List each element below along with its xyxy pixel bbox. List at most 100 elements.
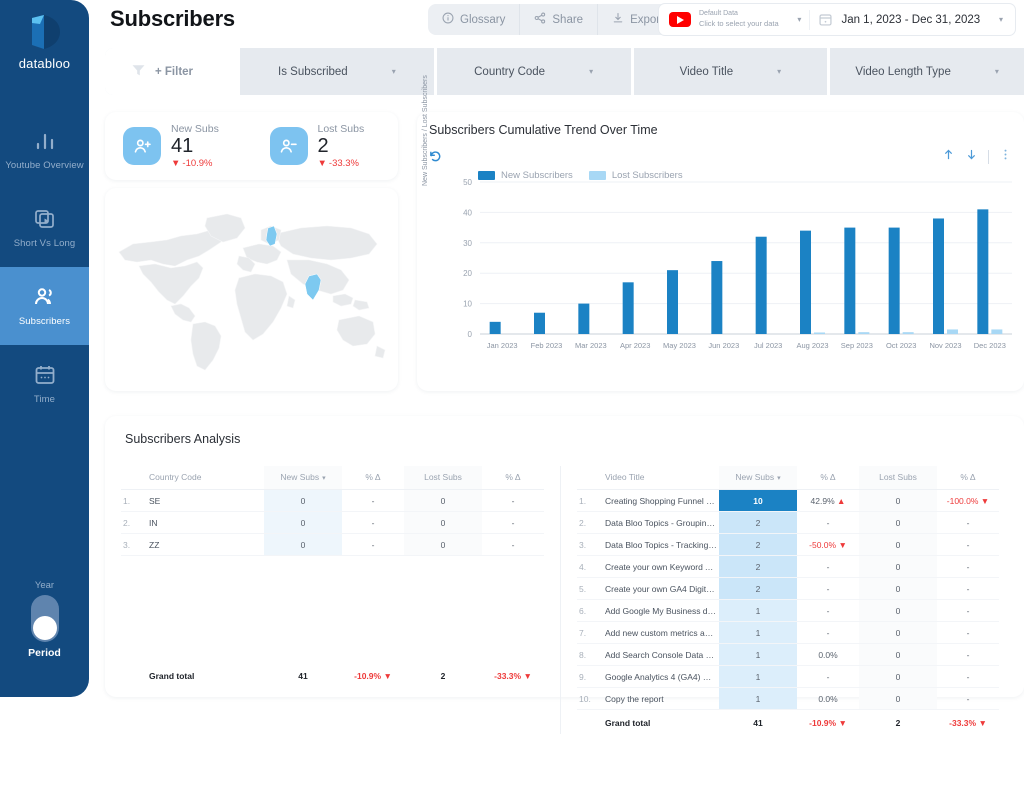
- arrow-up-icon[interactable]: [942, 148, 955, 166]
- add-filter-button[interactable]: + Filter: [105, 48, 240, 95]
- world-map[interactable]: [111, 200, 393, 380]
- video-title-total-body: Grand total 41 -10.9% ▼ 2 -33.3% ▼: [577, 710, 999, 734]
- glossary-label: Glossary: [460, 13, 506, 26]
- divider: [809, 9, 811, 30]
- bar-new-subscribers[interactable]: [800, 230, 811, 334]
- filter-video-title[interactable]: Video Title ▾: [634, 48, 831, 95]
- bar-new-subscribers[interactable]: [534, 312, 545, 334]
- date-range-chevron-down-icon[interactable]: ▾: [999, 15, 1003, 24]
- toggle-knob[interactable]: [32, 616, 57, 640]
- bar-new-subscribers[interactable]: [622, 282, 634, 334]
- filter-video-length-type[interactable]: Video Length Type ▾: [830, 48, 1024, 95]
- undo-icon[interactable]: [429, 150, 443, 168]
- table-row[interactable]: 9.Google Analytics 4 (GA4) Report Buil..…: [577, 665, 999, 688]
- data-source-chevron-down-icon[interactable]: ▾: [797, 15, 801, 24]
- more-vertical-icon[interactable]: [999, 148, 1012, 166]
- chevron-down-icon[interactable]: ▾: [995, 67, 999, 76]
- row-lost-pct: -: [937, 555, 999, 578]
- col-index: [121, 466, 147, 490]
- bar-new-subscribers[interactable]: [755, 236, 767, 334]
- chart-x-tick: Aug 2023: [796, 341, 828, 350]
- bar-lost-subscribers[interactable]: [858, 332, 870, 334]
- col-lost-pct[interactable]: % Δ: [937, 466, 999, 490]
- chevron-down-icon[interactable]: ▾: [392, 67, 396, 76]
- col-video-title[interactable]: Video Title: [603, 466, 719, 490]
- bar-lost-subscribers[interactable]: [814, 332, 825, 334]
- brand-logo: databloo: [19, 14, 70, 71]
- date-range-value[interactable]: Jan 1, 2023 - Dec 31, 2023: [841, 14, 980, 26]
- table-row[interactable]: 8.Add Search Console Data Sources to ...…: [577, 643, 999, 666]
- chart-x-tick: Nov 2023: [929, 341, 961, 350]
- table-row[interactable]: 10. Copy the report 1 0.0% 0-: [577, 687, 999, 710]
- glossary-button[interactable]: Glossary: [428, 4, 521, 35]
- col-country-code[interactable]: Country Code: [147, 466, 264, 490]
- col-new-pct[interactable]: % Δ: [797, 466, 859, 490]
- chart-title: Subscribers Cumulative Trend Over Time: [429, 123, 658, 137]
- chart-toolbar: [942, 148, 1012, 166]
- bar-new-subscribers[interactable]: [933, 218, 944, 334]
- row-lost-subs: 0: [404, 489, 482, 512]
- table-row[interactable]: 3.Data Bloo Topics - Tracking Keyword ..…: [577, 533, 999, 556]
- table-row[interactable]: 4.Create your own Keyword Analysis Te...…: [577, 555, 999, 578]
- col-lost-subs[interactable]: Lost Subs: [404, 466, 482, 490]
- grand-total-new-pct: -10.9% ▼: [797, 710, 859, 734]
- bar-new-subscribers[interactable]: [489, 321, 501, 334]
- bar-new-subscribers[interactable]: [977, 209, 989, 334]
- bar-lost-subscribers[interactable]: [902, 332, 914, 334]
- chevron-down-icon[interactable]: ▾: [589, 67, 593, 76]
- bar-lost-subscribers[interactable]: [947, 329, 958, 334]
- table-row[interactable]: 6.Add Google My Business data source ...…: [577, 599, 999, 622]
- table-row[interactable]: 1. Creating Shopping Funnel (GA4) 10 42.9% …: [577, 489, 999, 512]
- sidebar-item-time[interactable]: Time: [0, 345, 89, 423]
- sort-descending-icon[interactable]: ▾: [322, 475, 326, 482]
- geo-map-card[interactable]: [105, 188, 398, 391]
- filter-country-code[interactable]: Country Code ▾: [437, 48, 634, 95]
- row-lost-pct-value: -100.0%: [946, 495, 979, 506]
- col-new-subs[interactable]: New Subs ▾: [264, 466, 342, 490]
- user-minus-icon: [269, 127, 308, 165]
- table-row[interactable]: 5.Create your own GA4 Digital Perform...…: [577, 577, 999, 600]
- filter-label: Video Title: [679, 65, 734, 78]
- col-lost-pct[interactable]: % Δ: [482, 466, 544, 490]
- data-source-selector[interactable]: Default Data Click to select your data: [699, 10, 779, 28]
- toggle-track[interactable]: [30, 595, 59, 642]
- row-new-pct-value: 42.9%: [810, 495, 835, 506]
- kpi-delta: ▼ -33.3%: [318, 158, 365, 169]
- sidebar-item-short-vs-long[interactable]: Short Vs Long: [0, 189, 89, 267]
- sidebar-item-youtube-overview[interactable]: Youtube Overview: [0, 111, 89, 189]
- row-new-pct: -: [342, 533, 404, 556]
- table-row[interactable]: 2. IN 0 - 0 -: [121, 511, 544, 534]
- year-period-toggle[interactable]: Year Period: [28, 580, 61, 659]
- bar-lost-subscribers[interactable]: [991, 329, 1003, 334]
- bar-new-subscribers[interactable]: [888, 227, 900, 334]
- row-index: [121, 663, 147, 687]
- sort-descending-icon[interactable]: ▾: [777, 475, 781, 482]
- share-button[interactable]: Share: [520, 4, 599, 35]
- bar-chart-svg: 0 10 20 30 40 50 Jan 2023 Feb 2023 Mar 2023 Apr 2…: [463, 178, 1012, 350]
- bar-new-subscribers[interactable]: [711, 261, 723, 334]
- table-row[interactable]: 1. SE 0 - 0 -: [121, 489, 544, 512]
- chevron-down-icon[interactable]: ▾: [777, 67, 781, 76]
- chart-x-tick: May 2023: [663, 341, 696, 350]
- youtube-icon: [669, 12, 691, 27]
- col-lost-subs[interactable]: Lost Subs: [859, 466, 937, 490]
- sidebar-item-subscribers[interactable]: Subscribers: [0, 267, 89, 345]
- filter-is-subscribed[interactable]: Is Subscribed ▾: [240, 48, 437, 95]
- row-new-pct: -: [797, 599, 859, 622]
- table-row[interactable]: 2.Data Bloo Topics - Grouping Brand & ..…: [577, 511, 999, 534]
- arrow-down-icon[interactable]: [965, 148, 978, 166]
- row-new-pct: -: [342, 511, 404, 534]
- download-icon: [612, 12, 624, 27]
- table-row[interactable]: 3. ZZ 0 - 0 -: [121, 533, 544, 556]
- bar-new-subscribers[interactable]: [844, 227, 856, 334]
- kpi-label: Lost Subs: [317, 123, 365, 135]
- table-row[interactable]: 7.Add new custom metrics and dimens...1-…: [577, 621, 999, 644]
- row-lost-pct: -: [937, 665, 999, 688]
- col-new-subs[interactable]: New Subs ▾: [719, 466, 797, 490]
- row-new-subs: 0: [264, 511, 342, 534]
- bar-new-subscribers[interactable]: [578, 303, 590, 334]
- filter-label: Video Length Type: [855, 65, 951, 78]
- bar-new-subscribers[interactable]: [667, 270, 678, 334]
- col-new-pct[interactable]: % Δ: [342, 466, 404, 490]
- filter-label: Is Subscribed: [278, 65, 348, 78]
